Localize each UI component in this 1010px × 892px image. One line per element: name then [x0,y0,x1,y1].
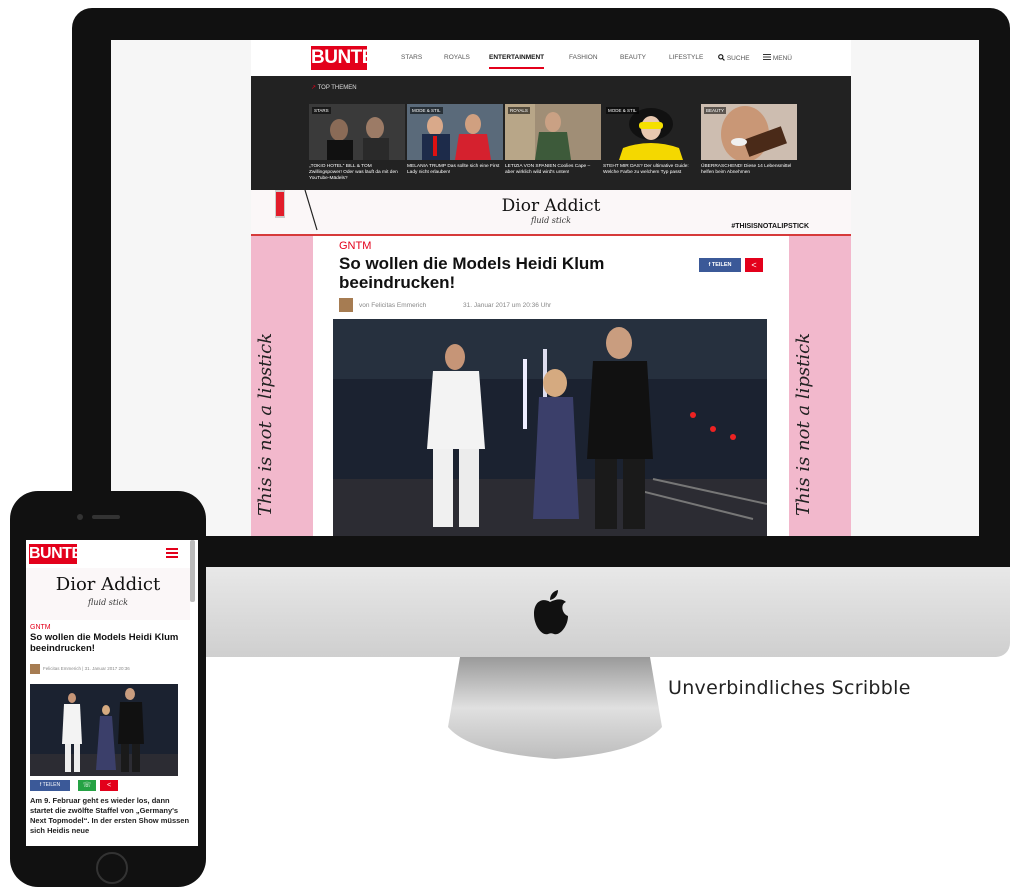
menu-label: MENÜ [772,55,792,62]
nav-item-beauty[interactable]: BEAUTY [620,54,646,61]
iphone-camera [77,514,83,520]
ad-skyscraper-right[interactable]: This is not a lipstick [789,236,851,536]
mobile-article-photo [30,684,178,776]
tile-caption[interactable]: ÜBERRASCHEND! Diese 14 Lebensmittel helf… [701,164,797,176]
ad-hashtag: #THISISNOTALIPSTICK [731,223,809,230]
site-nav: BUNTE STARS ROYALS ENTERTAINMENT FASHION… [251,40,851,76]
tile-category: BEAUTY [704,107,727,114]
share-button[interactable]: < [745,258,763,272]
top-themen-label: ↗ TOP THEMEN [311,85,357,91]
menu-button[interactable]: MENÜ [763,54,792,62]
nav-item-entertainment[interactable]: ENTERTAINMENT [489,54,545,69]
search-icon [718,54,725,61]
tile-category: MODE & STIL [410,107,443,114]
ad-brand: Dior Addict [501,196,601,216]
whatsapp-icon: ☏ [82,782,92,789]
top-themen-tile[interactable]: ROYALS [505,104,601,160]
ad-skyscraper-left[interactable]: This is not a lipstick [251,236,313,536]
tile-caption[interactable]: MELANIA TRUMP Das sollte sich eine First… [407,164,503,176]
share-icon: < [751,260,757,270]
mobile-facebook-share-button[interactable]: f TEILEN [30,780,70,791]
trend-arrow-icon: ↗ [311,85,317,91]
apple-logo-icon [534,590,568,635]
mobile-article-meta: Felicitas Emmerich | 31. Januar 2017 20:… [43,666,130,671]
top-themen-strip: ↗ TOP THEMEN STARS MODE & STIL ROYALS MO… [251,76,851,190]
dior-ad-banner[interactable]: Dior Addict fluid stick #THISISNOTALIPST… [251,190,851,236]
imac-screen: BUNTE STARS ROYALS ENTERTAINMENT FASHION… [111,40,979,536]
iphone-screen: BUNTE Dior Addict fluid stick GNTM So wo… [26,540,198,846]
top-themen-tile[interactable]: MODE & STIL [603,104,699,160]
article-date: 31. Januar 2017 um 20:36 Uhr [463,302,552,309]
scribble-caption: Unverbindliches Scribble [668,677,911,699]
tile-category: STARS [312,107,331,114]
iphone-home-button[interactable] [96,852,128,884]
search-label: SUCHE [726,55,750,62]
article: GNTM So wollen die Models Heidi Klum bee… [313,236,789,536]
mobile-ad-brand: Dior Addict [55,574,161,595]
article-title: So wollen die Models Heidi Klum beeindru… [339,254,605,292]
mobile-scrollbar[interactable] [190,540,195,602]
ad-side-text: This is not a lipstick [255,332,276,516]
hamburger-icon [763,54,771,60]
share-icon: < [106,782,112,789]
tile-caption[interactable]: „TOKIO HOTEL“ BILL & TOM Zwillingspower!… [309,164,405,182]
nav-item-fashion[interactable]: FASHION [569,54,598,61]
mobile-ad-tagline: fluid stick [88,598,128,607]
tile-category: ROYALS [508,107,530,114]
mobile-logo[interactable]: BUNTE [29,544,82,564]
ad-side-text: This is not a lipstick [793,332,814,516]
mobile-article-body: Am 9. Februar geht es wieder los, dann s… [30,796,190,835]
article-photo [333,319,767,536]
top-themen-tile[interactable]: STARS [309,104,405,160]
top-themen-tile[interactable]: BEAUTY [701,104,797,160]
tile-category: MODE & STIL [606,107,639,114]
mobile-share-button[interactable]: < [100,780,118,791]
mobile-dior-ad[interactable]: Dior Addict fluid stick [26,568,190,620]
tile-caption[interactable]: LETIZIA VON SPANIEN Coolies Cape – aber … [505,164,601,176]
article-category[interactable]: GNTM [339,240,371,252]
nav-item-royals[interactable]: ROYALS [444,54,470,61]
site-logo[interactable]: BUNTE [311,46,374,70]
desktop-site: BUNTE STARS ROYALS ENTERTAINMENT FASHION… [251,40,851,536]
imac-stand [448,657,662,759]
facebook-share-button[interactable]: f TEILEN [699,258,741,272]
author-avatar [339,298,353,312]
mobile-article-category[interactable]: GNTM [30,624,51,631]
tile-caption[interactable]: STEHT MIR DAS? Der ultimative Guide: Wel… [603,164,699,176]
article-author[interactable]: von Felicitas Emmerich [359,302,426,309]
search-button[interactable]: SUCHE [718,54,750,62]
iphone-speaker [92,515,120,519]
mobile-author-avatar [30,664,40,674]
hamburger-menu-icon[interactable] [166,548,178,558]
top-themen-tile[interactable]: MODE & STIL [407,104,503,160]
nav-item-lifestyle[interactable]: LIFESTYLE [669,54,703,61]
nav-item-stars[interactable]: STARS [401,54,422,61]
mobile-article-title: So wollen die Models Heidi Klum beeindru… [30,632,179,654]
whatsapp-share-button[interactable]: ☏ [78,780,96,791]
